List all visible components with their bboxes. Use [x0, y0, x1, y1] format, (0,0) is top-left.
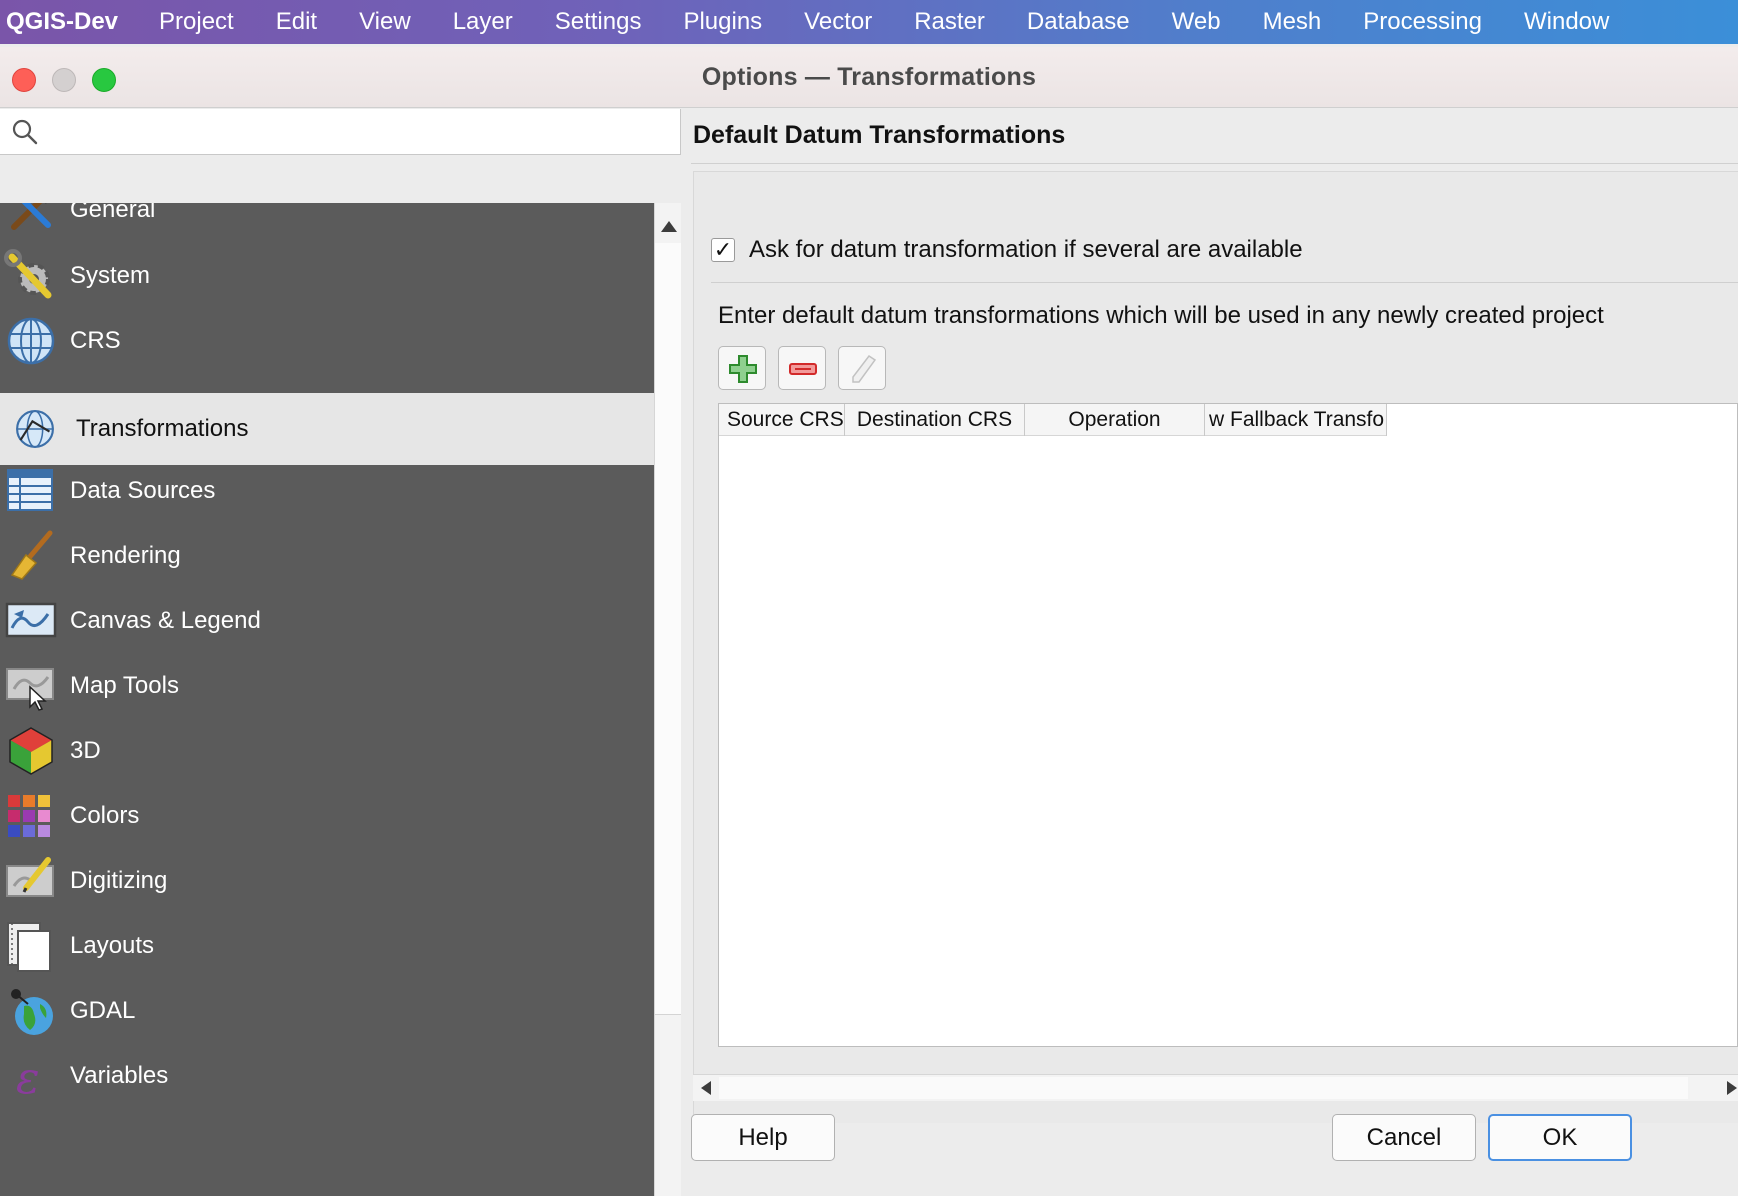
layout-pages-icon	[7, 922, 51, 972]
nav-item-label: Transformations	[76, 415, 249, 442]
nav-item-label: Layouts	[70, 932, 155, 959]
nav-item-label: Canvas & Legend	[70, 607, 261, 634]
help-button[interactable]: Help	[691, 1114, 835, 1161]
window-title: Options — Transformations	[701, 63, 1037, 91]
nav-item-system[interactable]: System	[0, 240, 654, 312]
table-horizontal-scrollbar[interactable]	[693, 1074, 1738, 1101]
pencil-icon	[852, 354, 877, 383]
gear-wrench-icon	[4, 249, 52, 299]
nav-scrollbar-thumb[interactable]	[655, 243, 681, 1015]
table-header: Source CRS Destination CRS Operation w F…	[719, 404, 1387, 436]
menu-plugins[interactable]: Plugins	[662, 8, 783, 36]
nav-item-rendering[interactable]: Rendering	[0, 520, 654, 592]
nav-item-variables[interactable]: ε Variables	[0, 1040, 654, 1112]
menu-vector[interactable]: Vector	[783, 8, 893, 36]
scroll-right-icon[interactable]	[1727, 1081, 1737, 1095]
remove-transformation-button[interactable]	[778, 346, 826, 390]
menu-edit[interactable]: Edit	[255, 8, 338, 36]
column-header-destination-crs[interactable]: Destination CRS	[845, 404, 1025, 436]
menu-mesh[interactable]: Mesh	[1242, 8, 1343, 36]
gdal-globe-icon	[11, 989, 53, 1035]
default-transform-description: Enter default datum transformations whic…	[718, 302, 1604, 329]
menu-bar: QGIS-Dev Project Edit View Layer Setting…	[0, 0, 1738, 44]
nav-scrollbar[interactable]	[654, 203, 681, 1196]
nav-item-label: CRS	[70, 327, 121, 354]
nav-item-3d[interactable]: 3D	[0, 715, 654, 787]
nav-item-label: Digitizing	[70, 867, 168, 894]
menu-raster[interactable]: Raster	[893, 8, 1006, 36]
svg-text:ε: ε	[16, 1053, 40, 1103]
horizontal-scroll-track[interactable]	[719, 1077, 1688, 1099]
edit-transformation-button[interactable]	[838, 346, 886, 390]
ask-datum-transform-option[interactable]: ✓ Ask for datum transformation if severa…	[711, 236, 1303, 264]
scroll-left-icon[interactable]	[701, 1081, 711, 1095]
section-title: Default Datum Transformations	[693, 121, 1066, 149]
nav-item-label: 3D	[70, 737, 101, 764]
hammer-wrench-icon	[11, 203, 53, 230]
nav-item-label: Data Sources	[70, 477, 216, 504]
nav-item-label: System	[70, 262, 151, 289]
epsilon-icon: ε	[16, 1053, 40, 1103]
menu-database[interactable]: Database	[1006, 8, 1151, 36]
ask-datum-transform-checkbox[interactable]: ✓	[711, 237, 735, 262]
nav-item-crs[interactable]: CRS	[0, 305, 654, 377]
options-dialog: Options — Transformations General System…	[0, 47, 1738, 1196]
map-cursor-icon	[6, 668, 54, 711]
globe-grid-icon	[7, 317, 55, 365]
nav-item-label: Colors	[70, 802, 140, 829]
nav-item-canvas-legend[interactable]: Canvas & Legend	[0, 585, 654, 657]
transformations-table[interactable]: Source CRS Destination CRS Operation w F…	[718, 403, 1738, 1047]
menu-web[interactable]: Web	[1151, 8, 1242, 36]
ask-datum-transform-label: Ask for datum transformation if several …	[749, 236, 1303, 263]
paint-brush-icon	[10, 530, 53, 580]
section-divider	[691, 163, 1738, 164]
globe-transform-icon	[16, 410, 54, 448]
menu-layer[interactable]: Layer	[432, 8, 534, 36]
color-swatches-icon	[8, 795, 50, 837]
app-menu[interactable]: QGIS-Dev	[0, 8, 138, 36]
search-box	[0, 109, 681, 155]
minus-icon	[789, 363, 817, 375]
menu-view[interactable]: View	[338, 8, 432, 36]
ok-button[interactable]: OK	[1488, 1114, 1632, 1161]
search-input[interactable]	[48, 115, 668, 149]
map-canvas-icon	[5, 602, 57, 638]
search-icon	[12, 119, 38, 145]
nav-item-data-sources[interactable]: Data Sources	[0, 455, 654, 527]
nav-item-gdal[interactable]: GDAL	[0, 975, 654, 1047]
column-header-operation[interactable]: Operation	[1025, 404, 1205, 436]
table-icon	[7, 469, 53, 511]
column-header-allow-fallback[interactable]: w Fallback Transfo	[1205, 404, 1387, 436]
scroll-up-icon[interactable]	[661, 221, 677, 232]
nav-item-colors[interactable]: Colors	[0, 780, 654, 852]
options-nav-list: General System CRS Transformations Data …	[0, 203, 654, 1196]
column-header-source-crs[interactable]: Source CRS	[719, 404, 845, 436]
nav-item-label: Rendering	[70, 542, 181, 569]
nav-item-label: Variables	[70, 1062, 169, 1089]
menu-project[interactable]: Project	[138, 8, 255, 36]
nav-item-label: Map Tools	[70, 672, 179, 699]
nav-item-map-tools[interactable]: Map Tools	[0, 650, 654, 722]
cube-icon	[9, 727, 53, 775]
nav-item-layouts[interactable]: Layouts	[0, 910, 654, 982]
separator-line	[711, 282, 1738, 283]
menu-window[interactable]: Window	[1503, 8, 1630, 36]
transformations-panel: Default Datum Transformations ✓ Ask for …	[681, 109, 1738, 1196]
cancel-button[interactable]: Cancel	[1332, 1114, 1476, 1161]
menu-processing[interactable]: Processing	[1342, 8, 1503, 36]
add-transformation-button[interactable]	[718, 346, 766, 390]
nav-item-label: GDAL	[70, 997, 136, 1024]
nav-item-digitizing[interactable]: Digitizing	[0, 845, 654, 917]
menu-settings[interactable]: Settings	[534, 8, 663, 36]
plus-icon	[729, 355, 757, 383]
nav-item-label: General	[70, 203, 156, 223]
title-bar: Options — Transformations	[0, 47, 1738, 108]
map-pencil-icon	[6, 857, 54, 897]
